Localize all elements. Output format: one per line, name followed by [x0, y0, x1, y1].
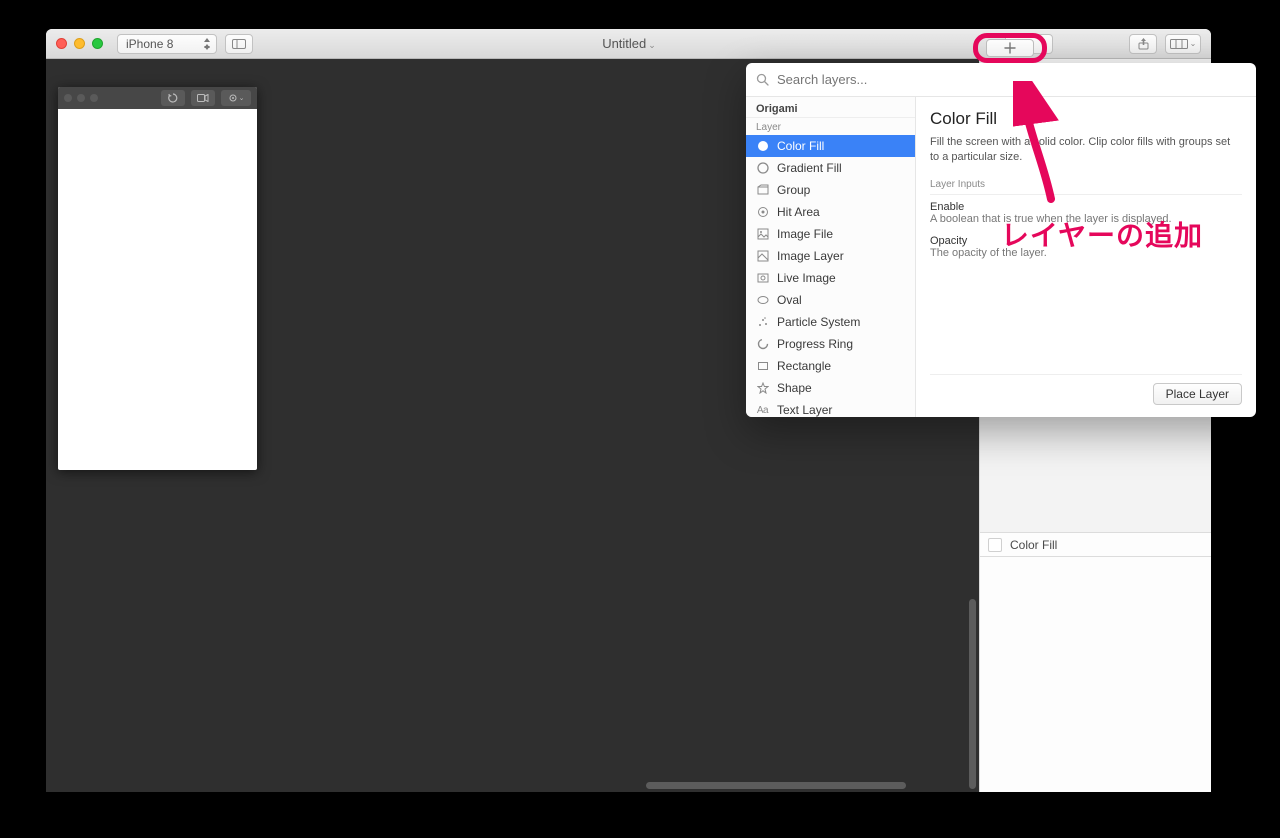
columns-icon — [1170, 39, 1188, 49]
layer-option-particle-system[interactable]: Particle System — [746, 311, 915, 333]
particle-system-icon — [756, 316, 769, 329]
layer-list-panel: Color Fill — [980, 532, 1211, 792]
chevron-down-icon: ⌄ — [648, 40, 656, 50]
gradient-fill-icon — [756, 162, 769, 175]
param-name: Opacity — [930, 235, 1242, 247]
layer-option-color-fill[interactable]: Color Fill — [746, 135, 915, 157]
layer-input-param: OpacityThe opacity of the layer. — [930, 235, 1242, 259]
place-layer-button[interactable]: Place Layer — [1153, 383, 1242, 405]
layer-option-label: Image File — [777, 227, 833, 241]
canvas-scrollbar-vertical[interactable] — [969, 599, 976, 789]
toggle-sidebar-button[interactable] — [225, 34, 253, 54]
rectangle-icon — [756, 360, 769, 373]
image-file-icon — [756, 228, 769, 241]
layer-option-progress-ring[interactable]: Progress Ring — [746, 333, 915, 355]
layer-option-image-file[interactable]: Image File — [746, 223, 915, 245]
layer-option-rectangle[interactable]: Rectangle — [746, 355, 915, 377]
layer-option-label: Image Layer — [777, 249, 844, 263]
add-layer-button[interactable] — [986, 39, 1034, 57]
layer-detail-description: Fill the screen with a solid color. Clip… — [930, 135, 1242, 165]
gear-icon — [228, 93, 238, 103]
layer-option-label: Group — [777, 183, 810, 197]
param-desc: A boolean that is true when the layer is… — [930, 213, 1242, 225]
add-layer-callout-ring — [973, 33, 1047, 63]
device-preview-window[interactable]: ⌄ — [58, 87, 257, 470]
oval-icon — [756, 294, 769, 307]
layer-option-shape[interactable]: Shape — [746, 377, 915, 399]
layer-option-label: Live Image — [777, 271, 836, 285]
sidebar-icon — [232, 39, 246, 49]
layer-option-label: Gradient Fill — [777, 161, 842, 175]
share-button[interactable] — [1129, 34, 1157, 54]
layer-option-gradient-fill[interactable]: Gradient Fill — [746, 157, 915, 179]
preview-toolbar: ⌄ — [58, 87, 257, 109]
preview-settings-button[interactable]: ⌄ — [221, 90, 251, 106]
device-select[interactable]: iPhone 8 — [117, 34, 217, 54]
layer-option-group[interactable]: Group — [746, 179, 915, 201]
chevron-down-icon: ⌄ — [239, 94, 245, 102]
document-title[interactable]: Untitled⌄ — [261, 36, 997, 51]
layer-option-live-image[interactable]: Live Image — [746, 267, 915, 289]
shape-icon — [756, 382, 769, 395]
layer-option-label: Progress Ring — [777, 337, 853, 351]
preview-traffic-lights — [64, 94, 98, 102]
layer-search-row — [746, 63, 1256, 97]
layer-option-oval[interactable]: Oval — [746, 289, 915, 311]
live-image-icon — [756, 272, 769, 285]
layer-inputs-section-label: Layer Inputs — [930, 179, 1242, 195]
layer-option-label: Particle System — [777, 315, 860, 329]
text-layer-icon: Aa — [756, 404, 769, 417]
layer-option-label: Rectangle — [777, 359, 831, 373]
chevron-down-icon: ⌄ — [1190, 39, 1197, 48]
share-icon — [1138, 38, 1149, 50]
progress-ring-icon — [756, 338, 769, 351]
group-icon — [756, 184, 769, 197]
layer-detail-panel: Color Fill Fill the screen with a solid … — [916, 97, 1256, 417]
app-window: iPhone 8 Untitled⌄ ⌄ — [46, 29, 1211, 792]
maximize-icon[interactable] — [92, 38, 103, 49]
add-layer-popover: Origami Layer Color Fill Gradient Fill Gro… — [746, 63, 1256, 417]
layer-category-list: Origami Layer Color Fill Gradient Fill Gro… — [746, 97, 916, 417]
layer-search-input[interactable] — [775, 71, 1246, 88]
layer-option-label: Shape — [777, 381, 812, 395]
hit-area-icon — [756, 206, 769, 219]
layer-category-label: Origami — [746, 97, 915, 117]
layer-list-item-label: Color Fill — [1010, 538, 1057, 552]
layer-option-label: Color Fill — [777, 139, 824, 153]
layer-detail-title: Color Fill — [930, 109, 1242, 129]
device-select-label: iPhone 8 — [126, 37, 173, 51]
layer-option-text-layer[interactable]: Aa Text Layer — [746, 399, 915, 417]
color-swatch-icon — [988, 538, 1002, 552]
param-desc: The opacity of the layer. — [930, 247, 1242, 259]
minimize-icon[interactable] — [74, 38, 85, 49]
layer-option-image-layer[interactable]: Image Layer — [746, 245, 915, 267]
search-icon — [756, 73, 769, 86]
image-layer-icon — [756, 250, 769, 263]
param-name: Enable — [930, 201, 1242, 213]
reload-icon — [168, 93, 178, 103]
preview-reload-button[interactable] — [161, 90, 185, 106]
camera-icon — [197, 94, 209, 102]
layer-list-item[interactable]: Color Fill — [980, 533, 1211, 557]
close-icon[interactable] — [56, 38, 67, 49]
layer-option-label: Text Layer — [777, 403, 832, 417]
window-traffic-lights — [56, 38, 103, 49]
layer-group-label: Layer — [746, 117, 915, 135]
layer-option-label: Oval — [777, 293, 802, 307]
layer-option-label: Hit Area — [777, 205, 820, 219]
preview-record-button[interactable] — [191, 90, 215, 106]
layer-option-hit-area[interactable]: Hit Area — [746, 201, 915, 223]
view-mode-button[interactable]: ⌄ — [1165, 34, 1201, 54]
layer-input-param: EnableA boolean that is true when the la… — [930, 201, 1242, 225]
plus-icon — [1004, 42, 1016, 54]
color-fill-icon — [756, 140, 769, 153]
